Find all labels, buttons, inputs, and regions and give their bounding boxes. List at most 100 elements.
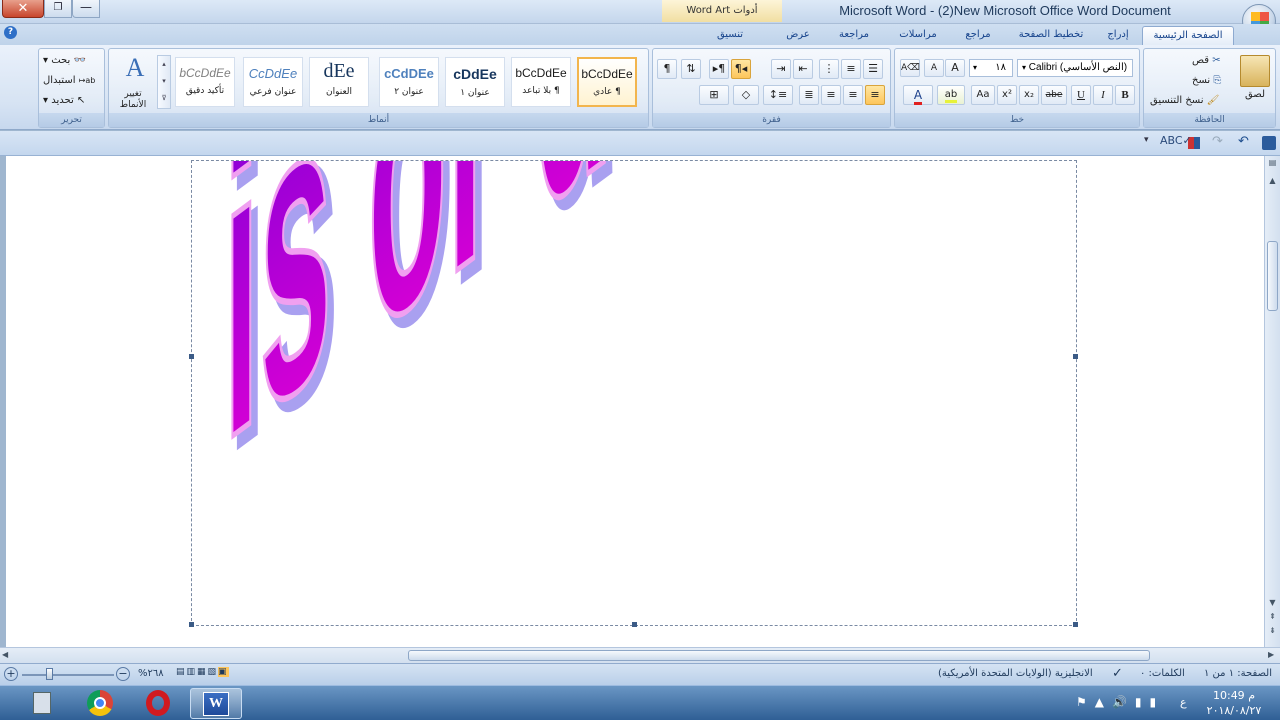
close-button[interactable]: ✕ (2, 0, 44, 18)
change-case-button[interactable]: Aa (971, 85, 995, 105)
font-name-select[interactable]: ▾ Calibri (النص الأساسي) (1017, 59, 1133, 77)
view-buttons[interactable]: ▤▥▦▧▣ (176, 667, 260, 682)
tab-references[interactable]: مراجع (954, 26, 1002, 45)
style-heading-2[interactable]: cCdDEe عنوان ٢ (379, 57, 439, 107)
zoom-slider-thumb[interactable] (46, 668, 53, 680)
numbered-list-icon[interactable]: ≡ (841, 59, 861, 79)
style-normal[interactable]: bCcDdEe ¶ عادي (577, 57, 637, 107)
subscript-button[interactable]: x₂ (1019, 85, 1039, 105)
ruler-toggle-icon[interactable]: ▤ (1267, 158, 1278, 170)
paste-button[interactable]: لصق (1240, 89, 1270, 100)
align-right-icon[interactable]: ≡ (865, 85, 885, 105)
zoom-out-icon[interactable]: − (116, 667, 130, 681)
scroll-left-icon[interactable]: ◀ (2, 650, 8, 659)
horizontal-scrollbar[interactable]: ◀ ▶ (0, 647, 1280, 663)
change-styles-button[interactable]: تغيير الأنماط (111, 89, 155, 111)
redo-icon[interactable]: ↷ (1212, 134, 1223, 149)
cut-button[interactable]: ✂ قص (1192, 55, 1221, 66)
taskbar-opera[interactable] (134, 688, 182, 719)
paste-icon[interactable] (1240, 55, 1270, 87)
grow-font-button[interactable]: A (945, 59, 965, 77)
italic-button[interactable]: I (1093, 85, 1113, 105)
style-no-spacing[interactable]: bCcDdEe ¶ بلا تباعد (511, 57, 571, 107)
clear-format-icon[interactable]: A⌫ (900, 59, 920, 77)
scroll-up-icon[interactable]: ▲ (1267, 176, 1278, 188)
vertical-scrollbar[interactable]: ▤ ▲ ▼ ⇞ ⇟ (1264, 156, 1280, 647)
customize-qat-icon[interactable]: ▾ (1144, 135, 1149, 145)
ribbon: لصق ✂ قص ⎘ نسخ 🖌 نسخ التنسيق ↘ الحافظة ▾… (0, 45, 1280, 130)
strikethrough-button[interactable]: abe (1041, 85, 1067, 105)
resize-handle[interactable] (1073, 354, 1078, 359)
input-language[interactable]: ع (1180, 696, 1187, 709)
styles-scroll[interactable]: ▴ ▾ ⊽ (157, 55, 171, 109)
shading-icon[interactable]: ◇ (733, 85, 759, 105)
superscript-button[interactable]: x² (997, 85, 1017, 105)
clock[interactable]: 10:49 م ٢٠١٨/٠٨/٢٧ (1206, 688, 1262, 718)
taskbar-word[interactable]: W (190, 688, 242, 719)
highlight-color-button[interactable]: ab (937, 85, 965, 105)
tab-home[interactable]: الصفحة الرئيسية (1142, 26, 1234, 45)
bullets-list-icon[interactable]: ☰ (863, 59, 883, 79)
multilevel-list-icon[interactable]: ⋮ (819, 59, 839, 79)
tab-page-layout[interactable]: تخطيط الصفحة (1008, 26, 1094, 45)
replace-button[interactable]: ab↦ استبدال (43, 75, 95, 86)
minimize-button[interactable]: — (72, 0, 100, 18)
resize-handle[interactable] (632, 622, 637, 627)
taskbar-chrome[interactable] (76, 688, 124, 719)
align-center-icon[interactable]: ≡ (843, 85, 863, 105)
style-title[interactable]: dEe العنوان (309, 57, 369, 107)
change-styles-icon[interactable]: A (115, 53, 155, 87)
style-subtitle[interactable]: CcDdEe عنوان فرعي (243, 57, 303, 107)
language-indicator[interactable]: الانجليزية (الولايات المتحدة الأمريكية) (938, 668, 1093, 679)
shrink-font-button[interactable]: A (924, 59, 944, 77)
proofing-icon[interactable]: ✓ (1112, 666, 1123, 681)
page-number[interactable]: الصفحة: ١ من ١ (1204, 668, 1272, 679)
bold-button[interactable]: B (1115, 85, 1135, 105)
resize-handle[interactable] (189, 354, 194, 359)
resize-handle[interactable] (189, 622, 194, 627)
help-icon[interactable]: ? (4, 26, 17, 39)
wordart-graphic[interactable]: is or does !!!! is or does !!!! (192, 161, 1078, 627)
ltr-direction-icon[interactable]: ▸¶ (709, 59, 729, 79)
borders-icon[interactable]: ⊞ (699, 85, 729, 105)
undo-icon[interactable]: ↶ (1238, 134, 1249, 149)
save-icon[interactable] (1262, 136, 1276, 150)
tab-format[interactable]: تنسيق (700, 26, 760, 45)
underline-button[interactable]: U (1071, 85, 1091, 105)
decrease-indent-icon[interactable]: ⇤ (793, 59, 813, 79)
horizontal-scroll-thumb[interactable] (408, 650, 1150, 661)
increase-indent-icon[interactable]: ⇥ (771, 59, 791, 79)
style-heading-1[interactable]: cDdEe عنوان ١ (445, 57, 505, 107)
zoom-level[interactable]: %٢٦٨ (138, 668, 164, 679)
zoom-in-icon[interactable]: + (4, 667, 18, 681)
taskbar-calculator[interactable] (18, 688, 66, 719)
font-size-select[interactable]: ▾ ١٨ (969, 59, 1013, 77)
tray-icons[interactable]: ⚑▲🔊▮▮ (1076, 695, 1164, 709)
maximize-button[interactable]: ❐ (44, 0, 72, 18)
line-spacing-icon[interactable]: ↕≡ (763, 85, 793, 105)
justify-icon[interactable]: ≣ (799, 85, 819, 105)
style-subtle-emphasis[interactable]: bCcDdEe تأكيد دقيق (175, 57, 235, 107)
font-color-button[interactable]: A (903, 85, 933, 105)
wordart-frame[interactable]: is or does !!!! is or does !!!! (189, 160, 1078, 627)
tab-view[interactable]: عرض (776, 26, 820, 45)
align-left-icon[interactable]: ≡ (821, 85, 841, 105)
word-count[interactable]: الكلمات: ٠ (1140, 668, 1185, 679)
tab-mailings[interactable]: مراسلات (888, 26, 948, 45)
resize-handle[interactable] (1073, 622, 1078, 627)
scroll-down-icon[interactable]: ▼ ⇞ ⇟ (1267, 596, 1278, 638)
format-painter-button[interactable]: 🖌 نسخ التنسيق (1150, 95, 1219, 106)
vertical-scroll-thumb[interactable] (1267, 241, 1278, 311)
show-marks-icon[interactable]: ¶ (657, 59, 677, 79)
tab-insert[interactable]: إدراج (1098, 26, 1138, 45)
spelling-icon[interactable]: ABC✓ (1160, 134, 1192, 147)
sort-icon[interactable]: ⇅ (681, 59, 701, 79)
copy-button[interactable]: ⎘ نسخ (1192, 75, 1221, 86)
rtl-direction-icon[interactable]: ¶◂ (731, 59, 751, 79)
document-page[interactable]: is or does !!!! is or does !!!! (6, 156, 1264, 647)
select-button[interactable]: ↖ تحديد ▾ (43, 95, 85, 106)
scroll-right-icon[interactable]: ▶ (1268, 650, 1274, 659)
zoom-slider[interactable] (22, 674, 114, 676)
find-button[interactable]: 👓 بحث ▾ (43, 55, 86, 66)
tab-review[interactable]: مراجعة (826, 26, 882, 45)
